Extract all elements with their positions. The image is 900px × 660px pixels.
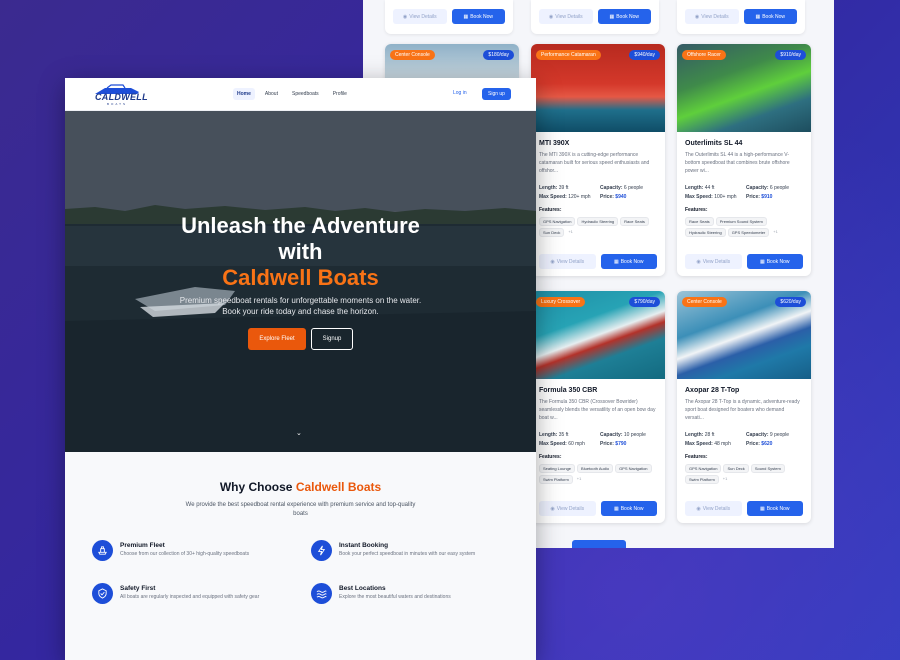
boat-name: Outerlimits SL 44 <box>685 140 743 147</box>
book-now-button[interactable]: ▦ Book Now <box>451 9 505 24</box>
book-now-button[interactable]: ▦ Book Now <box>743 9 797 24</box>
boat-specs: Length: 39 ft Capacity: 6 people Max Spe… <box>539 185 644 200</box>
feature-chips: Race Seats Premium Sound System Hydrauli… <box>685 217 803 237</box>
hero-title-line2: with <box>278 239 323 264</box>
hero-section: Unleash the Adventure with Caldwell Boat… <box>65 111 536 452</box>
view-details-button[interactable]: ◉ View Details <box>539 254 596 269</box>
calendar-icon: ▦ <box>759 505 765 512</box>
boat-name: MTI 390X <box>539 140 570 147</box>
features-heading: Features: <box>539 207 562 213</box>
explore-fleet-button[interactable]: Explore Fleet <box>248 328 306 350</box>
book-now-button[interactable]: ▦ Book Now <box>746 501 803 516</box>
landing-page-window: CALDWELL BOATS Home About Speedboats Pro… <box>65 78 536 660</box>
category-badge: Performance Catamaran <box>536 50 601 60</box>
calendar-icon: ▦ <box>463 13 469 20</box>
features-heading: Features: <box>685 454 708 460</box>
view-details-button[interactable]: ◉ View Details <box>393 9 447 24</box>
feature-chips: GPS Navigation Sun Deck Sound System Swi… <box>685 464 803 484</box>
eye-icon: ◉ <box>548 13 554 20</box>
chevron-down-icon[interactable]: ⌄ <box>296 429 302 437</box>
boat-specs: Length: 28 ft Capacity: 9 people Max Spe… <box>685 432 790 447</box>
why-choose-section: Why Choose Caldwell Boats We provide the… <box>65 452 536 660</box>
category-badge: Center Console <box>682 297 727 307</box>
section-subtitle: We provide the best speedboat rental exp… <box>185 502 416 517</box>
view-details-button[interactable]: ◉ View Details <box>539 501 596 516</box>
boat-image: Center Console $620/day <box>677 291 811 379</box>
load-more-button[interactable] <box>572 540 626 548</box>
card-footer-partial: ◉ View Details ▦ Book Now <box>531 0 659 34</box>
calendar-icon: ▦ <box>609 13 615 20</box>
feature-chips: GPS Navigation Hydraulic Steering Race S… <box>539 217 657 237</box>
calendar-icon: ▦ <box>759 258 765 265</box>
boat-specs: Length: 35 ft Capacity: 10 people Max Sp… <box>539 432 646 447</box>
book-now-button[interactable]: ▦ Book Now <box>600 501 657 516</box>
eye-icon: ◉ <box>694 13 700 20</box>
eye-icon: ◉ <box>402 13 408 20</box>
price-badge: $180/day <box>483 50 514 60</box>
nav-about[interactable]: About <box>261 88 282 100</box>
hero-title-line1: Unleash the Adventure <box>181 213 420 238</box>
feature-chips: Seating Lounge Bluetooth Audio GPS Navig… <box>539 464 657 484</box>
features-heading: Features: <box>539 454 562 460</box>
logo[interactable]: CALDWELL BOATS <box>91 84 148 106</box>
view-details-button[interactable]: ◉ View Details <box>539 9 593 24</box>
price-badge: $940/day <box>629 50 660 60</box>
boat-card[interactable]: Luxury Crossover $790/day Formula 350 CB… <box>531 291 665 523</box>
boat-icon <box>92 540 113 561</box>
feature-item: Best Locations Explore the most beautifu… <box>311 583 511 609</box>
category-badge: Center Console <box>390 50 435 60</box>
boat-description: The Axopar 28 T-Top is a dynamic, advent… <box>685 399 800 421</box>
boat-name: Formula 350 CBR <box>539 387 598 394</box>
book-now-button[interactable]: ▦ Book Now <box>746 254 803 269</box>
features-heading: Features: <box>685 207 708 213</box>
hero-signup-button[interactable]: Signup <box>311 328 353 350</box>
boat-image: Offshore Racer $910/day <box>677 44 811 132</box>
calendar-icon: ▦ <box>755 13 761 20</box>
card-footer-partial: ◉ View Details ▦ Book Now <box>677 0 805 34</box>
price-badge: $790/day <box>629 297 660 307</box>
feature-item: Safety First All boats are regularly ins… <box>92 583 292 609</box>
category-badge: Offshore Racer <box>682 50 726 60</box>
hero-subtitle: Premium speedboat rentals for unforgetta… <box>179 296 422 316</box>
boat-card[interactable]: Center Console $620/day Axopar 28 T-Top … <box>677 291 811 523</box>
signup-button[interactable]: Sign up <box>482 88 511 100</box>
calendar-icon: ▦ <box>613 505 619 512</box>
view-details-button[interactable]: ◉ View Details <box>685 501 742 516</box>
waves-icon <box>311 583 332 604</box>
category-badge: Luxury Crossover <box>536 297 586 307</box>
login-link[interactable]: Log in <box>453 90 467 96</box>
eye-icon: ◉ <box>550 258 555 265</box>
boat-image: Luxury Crossover $790/day <box>531 291 665 379</box>
boat-description: The MTI 390X is a cutting-edge performan… <box>539 152 650 174</box>
boat-description: The Formula 350 CBR (Crossover Bowrider)… <box>539 399 656 421</box>
eye-icon: ◉ <box>550 505 555 512</box>
shield-icon <box>92 583 113 604</box>
boat-name: Axopar 28 T-Top <box>685 387 740 394</box>
lightning-icon <box>311 540 332 561</box>
nav-links: Home About Speedboats Profile <box>233 88 351 100</box>
boat-specs: Length: 44 ft Capacity: 6 people Max Spe… <box>685 185 790 200</box>
hero-title-brand: Caldwell Boats <box>222 265 379 290</box>
boat-description: The Outerlimits SL 44 is a high-performa… <box>685 152 790 174</box>
book-now-button[interactable]: ▦ Book Now <box>597 9 651 24</box>
nav-home[interactable]: Home <box>233 88 255 100</box>
nav-speedboats[interactable]: Speedboats <box>288 88 323 100</box>
eye-icon: ◉ <box>696 505 701 512</box>
boat-card[interactable]: Offshore Racer $910/day Outerlimits SL 4… <box>677 44 811 276</box>
boat-card[interactable]: Performance Catamaran $940/day MTI 390X … <box>531 44 665 276</box>
feature-item: Instant Booking Book your perfect speedb… <box>311 540 511 566</box>
navbar: CALDWELL BOATS Home About Speedboats Pro… <box>65 78 536 111</box>
price-badge: $620/day <box>775 297 806 307</box>
section-title: Why Choose Caldwell Boats <box>219 480 382 494</box>
book-now-button[interactable]: ▦ Book Now <box>600 254 657 269</box>
feature-item: Premium Fleet Choose from our collection… <box>92 540 292 566</box>
calendar-icon: ▦ <box>613 258 619 265</box>
nav-profile[interactable]: Profile <box>329 88 351 100</box>
price-badge: $910/day <box>775 50 806 60</box>
view-details-button[interactable]: ◉ View Details <box>685 254 742 269</box>
view-details-button[interactable]: ◉ View Details <box>685 9 739 24</box>
boat-image: Performance Catamaran $940/day <box>531 44 665 132</box>
card-footer-partial: ◉ View Details ▦ Book Now <box>385 0 513 34</box>
eye-icon: ◉ <box>696 258 701 265</box>
